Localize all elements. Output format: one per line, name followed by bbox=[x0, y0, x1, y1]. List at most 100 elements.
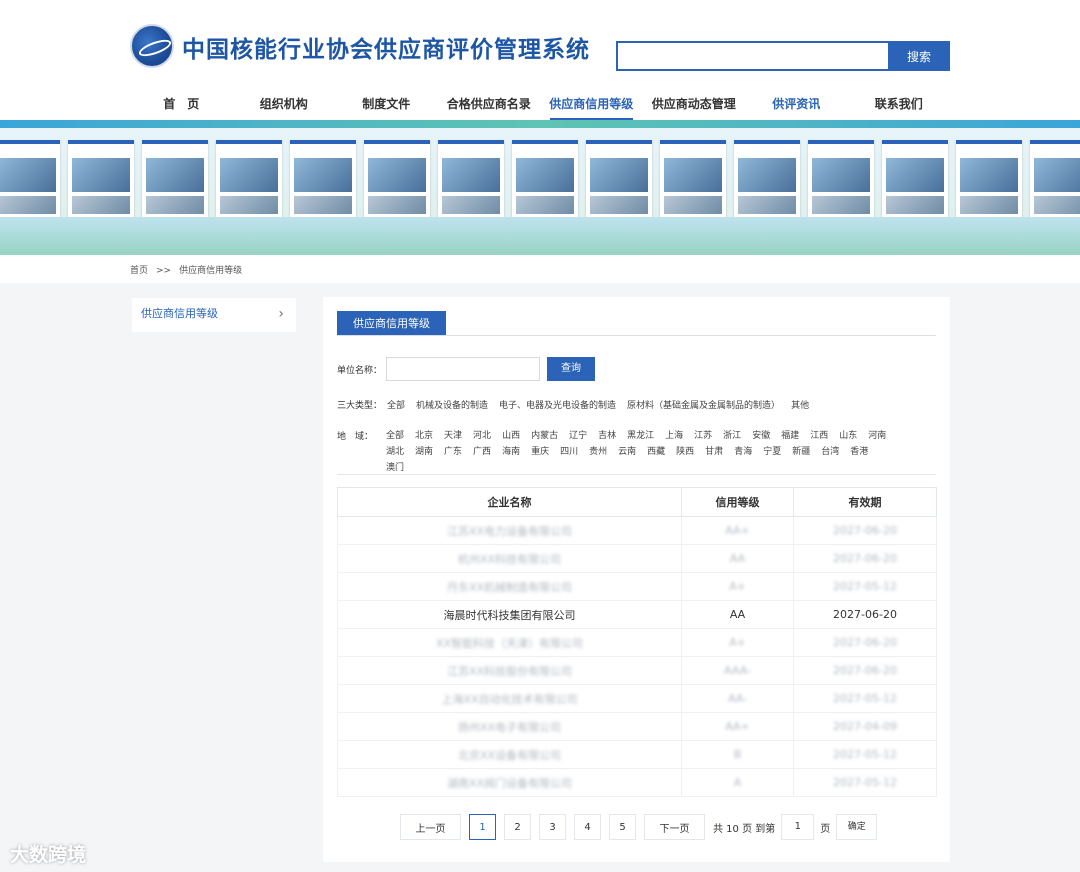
region-option[interactable]: 重庆 bbox=[531, 444, 549, 460]
type-option[interactable]: 原材料（基础金属及金属制品的制造） bbox=[627, 401, 780, 411]
page-button-5[interactable]: 5 bbox=[609, 814, 636, 840]
region-option[interactable]: 福建 bbox=[781, 428, 799, 444]
page-button-1[interactable]: 1 bbox=[469, 814, 496, 840]
banner-panel bbox=[142, 140, 208, 218]
breadcrumb-home[interactable]: 首页 bbox=[130, 266, 148, 276]
region-option[interactable]: 全部 bbox=[386, 428, 404, 444]
page-unit-text: 页 bbox=[820, 823, 831, 835]
company-cell: 湖南XX阀门设备有限公司 bbox=[337, 768, 682, 797]
banner-panel bbox=[0, 140, 60, 218]
region-option[interactable]: 西藏 bbox=[647, 444, 665, 460]
table-row[interactable]: 上海XX自动化技术有限公司 AA- 2027-05-12 bbox=[337, 684, 937, 713]
company-cell: 江苏XX电力设备有限公司 bbox=[337, 516, 682, 545]
nav-item-home[interactable]: 首 页 bbox=[130, 88, 233, 120]
nav-item-contact[interactable]: 联系我们 bbox=[848, 88, 951, 120]
credit-table: 企业名称 信用等级 有效期 江苏XX电力设备有限公司 AA+ 2027-06-20 … bbox=[337, 487, 937, 797]
region-option[interactable]: 江西 bbox=[810, 428, 828, 444]
type-option[interactable]: 电子、电器及光电设备的制造 bbox=[499, 401, 616, 411]
company-cell: 海晨时代科技集团有限公司 bbox=[337, 600, 682, 629]
table-row[interactable]: 扬州XX电子有限公司 AA+ 2027-04-09 bbox=[337, 712, 937, 741]
banner-panel bbox=[734, 140, 800, 218]
region-option[interactable]: 内蒙古 bbox=[531, 428, 558, 444]
type-option[interactable]: 机械及设备的制造 bbox=[416, 401, 488, 411]
table-row[interactable]: 江苏XX电力设备有限公司 AA+ 2027-06-20 bbox=[337, 516, 937, 545]
region-option[interactable]: 贵州 bbox=[589, 444, 607, 460]
region-option[interactable]: 宁夏 bbox=[763, 444, 781, 460]
confirm-jump-button[interactable]: 确定 bbox=[836, 814, 878, 840]
region-option[interactable]: 青海 bbox=[734, 444, 752, 460]
main-content: 供应商信用等级 单位名称： 查询 三大类型： 全部 机械及设备的制造 电子、电器及光… bbox=[323, 297, 950, 862]
table-row[interactable]: 丹东XX机械制造有限公司 A+ 2027-05-12 bbox=[337, 572, 937, 601]
valid-cell: 2027-05-12 bbox=[793, 572, 937, 601]
nav-item-organization[interactable]: 组织机构 bbox=[233, 88, 336, 120]
search-input[interactable] bbox=[616, 41, 888, 71]
region-option[interactable]: 海南 bbox=[502, 444, 520, 460]
grade-cell: A+ bbox=[681, 572, 794, 601]
banner-panel bbox=[216, 140, 282, 218]
tab-divider bbox=[337, 335, 936, 336]
nav-item-news[interactable]: 供评资讯 bbox=[745, 88, 848, 120]
tab-supplier-credit[interactable]: 供应商信用等级 bbox=[337, 311, 446, 336]
region-option[interactable]: 广东 bbox=[444, 444, 462, 460]
table-row[interactable]: 湖南XX阀门设备有限公司 A 2027-05-12 bbox=[337, 768, 937, 797]
type-option[interactable]: 全部 bbox=[387, 401, 405, 411]
company-cell: 杭州XX科技有限公司 bbox=[337, 544, 682, 573]
unit-name-input[interactable] bbox=[386, 357, 540, 381]
nav-item-dynamic-management[interactable]: 供应商动态管理 bbox=[643, 88, 746, 120]
region-option[interactable]: 黑龙江 bbox=[627, 428, 654, 444]
table-row[interactable]: 江苏XX科技股份有限公司 AAA- 2027-06-20 bbox=[337, 656, 937, 685]
table-row[interactable]: XX智能科技（天津）有限公司 A+ 2027-06-20 bbox=[337, 628, 937, 657]
page-button-4[interactable]: 4 bbox=[574, 814, 601, 840]
nav-item-qualified-suppliers[interactable]: 合格供应商名录 bbox=[438, 88, 541, 120]
region-option[interactable]: 山东 bbox=[839, 428, 857, 444]
region-option[interactable]: 上海 bbox=[665, 428, 683, 444]
page-button-2[interactable]: 2 bbox=[504, 814, 531, 840]
region-option[interactable]: 辽宁 bbox=[569, 428, 587, 444]
chevron-right-icon: › bbox=[278, 306, 284, 322]
table-row[interactable]: 海晨时代科技集团有限公司 AA 2027-06-20 bbox=[337, 600, 937, 629]
jump-page-input[interactable]: 1 bbox=[781, 814, 815, 840]
region-option[interactable]: 湖南 bbox=[415, 444, 433, 460]
grade-cell: AA+ bbox=[681, 712, 794, 741]
query-button[interactable]: 查询 bbox=[547, 357, 595, 381]
region-option[interactable]: 河北 bbox=[473, 428, 491, 444]
main-nav: 首 页 组织机构 制度文件 合格供应商名录 供应商信用等级 供应商动态管理 供评… bbox=[130, 88, 950, 120]
search-button[interactable]: 搜索 bbox=[888, 41, 950, 71]
breadcrumb-separator: >> bbox=[156, 266, 172, 276]
region-option[interactable]: 香港 bbox=[850, 444, 868, 460]
table-row[interactable]: 杭州XX科技有限公司 AA 2027-06-20 bbox=[337, 544, 937, 573]
banner-top-stripe bbox=[0, 120, 1080, 128]
region-option[interactable]: 浙江 bbox=[723, 428, 741, 444]
region-option[interactable]: 新疆 bbox=[792, 444, 810, 460]
next-page-button[interactable]: 下一页 bbox=[644, 814, 705, 840]
type-option[interactable]: 其他 bbox=[791, 401, 809, 411]
page-button-3[interactable]: 3 bbox=[539, 814, 566, 840]
nav-item-regulations[interactable]: 制度文件 bbox=[335, 88, 438, 120]
grade-cell: AA bbox=[681, 600, 794, 629]
region-option[interactable]: 河南 bbox=[868, 428, 886, 444]
sidebar-item-supplier-credit[interactable]: 供应商信用等级 › bbox=[132, 298, 296, 332]
nav-item-supplier-credit[interactable]: 供应商信用等级 bbox=[540, 88, 643, 120]
region-option[interactable]: 天津 bbox=[444, 428, 462, 444]
region-option[interactable]: 江苏 bbox=[694, 428, 712, 444]
company-cell: 江苏XX科技股份有限公司 bbox=[337, 656, 682, 685]
region-option[interactable]: 山西 bbox=[502, 428, 520, 444]
region-option[interactable]: 甘肃 bbox=[705, 444, 723, 460]
valid-cell: 2027-04-09 bbox=[793, 712, 937, 741]
region-option[interactable]: 台湾 bbox=[821, 444, 839, 460]
region-option[interactable]: 陕西 bbox=[676, 444, 694, 460]
prev-page-button[interactable]: 上一页 bbox=[400, 814, 461, 840]
region-option[interactable]: 湖北 bbox=[386, 444, 404, 460]
region-option[interactable]: 北京 bbox=[415, 428, 433, 444]
region-option[interactable]: 广西 bbox=[473, 444, 491, 460]
banner-skyline bbox=[0, 217, 1080, 255]
valid-cell: 2027-05-12 bbox=[793, 768, 937, 797]
region-option[interactable]: 安徽 bbox=[752, 428, 770, 444]
valid-cell: 2027-06-20 bbox=[793, 544, 937, 573]
region-option[interactable]: 云南 bbox=[618, 444, 636, 460]
table-row[interactable]: 北京XX设备有限公司 B 2027-05-12 bbox=[337, 740, 937, 769]
banner-panel bbox=[660, 140, 726, 218]
region-option[interactable]: 四川 bbox=[560, 444, 578, 460]
region-option[interactable]: 吉林 bbox=[598, 428, 616, 444]
valid-cell: 2027-05-12 bbox=[793, 684, 937, 713]
